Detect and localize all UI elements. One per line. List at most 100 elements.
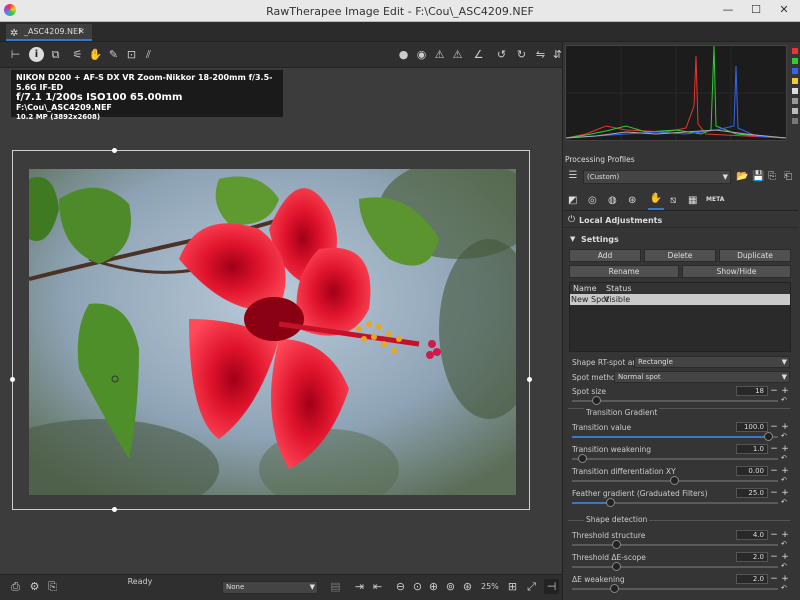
flip-horizontal-icon[interactable]: ⇋ — [533, 47, 548, 62]
tab-advanced-icon[interactable]: ⊛ — [628, 195, 636, 206]
plus-icon[interactable]: + — [781, 530, 789, 540]
save-profile-icon[interactable]: 💾 — [752, 171, 764, 182]
hide-right-panel-icon[interactable]: ⊣ — [544, 579, 559, 594]
zoom-fit-crop-icon[interactable]: ⊛ — [460, 579, 475, 594]
feather-slider[interactable] — [572, 498, 778, 507]
spot-size-slider[interactable] — [572, 396, 778, 405]
tab-close-icon[interactable]: ✕ — [78, 24, 85, 39]
plus-icon[interactable]: + — [781, 552, 789, 562]
spot-handle-right[interactable] — [527, 377, 532, 382]
tab-raw-icon[interactable]: ▦ — [688, 195, 697, 206]
minus-icon[interactable]: − — [770, 488, 778, 498]
shape-select[interactable]: Rectangle ▼ — [634, 356, 790, 368]
settings-expander-icon[interactable]: ▼ — [570, 235, 575, 243]
minus-icon[interactable]: − — [770, 444, 778, 454]
zoom-out-icon[interactable]: ⊖ — [393, 579, 408, 594]
spot-handle-left[interactable] — [10, 377, 15, 382]
profile-select[interactable]: None ▼ — [222, 581, 318, 594]
shadow-warning-icon[interactable]: ⚠ — [450, 47, 465, 62]
transition-diff-slider[interactable] — [572, 476, 778, 485]
rotate-right-icon[interactable]: ↻ — [514, 47, 529, 62]
zoom-fit-icon[interactable]: ⊚ — [443, 579, 458, 594]
method-select[interactable]: Normal spot ▼ — [614, 371, 790, 383]
plus-icon[interactable]: + — [781, 574, 789, 584]
scope-field[interactable]: 2.0 — [736, 552, 768, 562]
transition-value-slider[interactable] — [572, 432, 778, 441]
tab-metadata-icon[interactable]: META — [706, 196, 724, 203]
minus-icon[interactable]: − — [770, 552, 778, 562]
profile-list-icon[interactable]: ☰ — [566, 170, 580, 184]
reset-icon[interactable]: ↶ — [781, 540, 787, 548]
weak-slider[interactable] — [572, 584, 778, 593]
scope-slider[interactable] — [572, 562, 778, 571]
reset-icon[interactable]: ↶ — [781, 498, 787, 506]
shadow-clip-icon[interactable]: ◉ — [414, 47, 429, 62]
color-picker-icon[interactable]: ✎ — [106, 47, 121, 62]
spot-handle-top[interactable] — [112, 148, 117, 153]
close-window-button[interactable]: ✕ — [770, 0, 798, 20]
histogram-blue-toggle[interactable] — [792, 68, 798, 74]
plus-icon[interactable]: + — [781, 466, 789, 476]
minus-icon[interactable]: − — [770, 386, 778, 396]
slider-knob[interactable] — [610, 584, 619, 593]
tab-detail-icon[interactable]: ◎ — [588, 195, 597, 206]
plus-icon[interactable]: + — [781, 444, 789, 454]
histogram-raw-toggle[interactable] — [792, 98, 798, 104]
processing-profile-select[interactable]: (Custom) ▼ — [583, 170, 731, 184]
focus-mask-icon[interactable]: ● — [396, 47, 411, 62]
rotate-tool-icon[interactable]: ∠ — [471, 47, 486, 62]
histogram-luma-toggle[interactable] — [792, 78, 798, 84]
hide-sidebar-icon[interactable]: ⊢ — [8, 47, 23, 62]
save-icon[interactable]: ⎙ — [8, 579, 23, 594]
maximize-button[interactable]: ☐ — [742, 0, 770, 20]
threshold-slider[interactable] — [572, 540, 778, 549]
spot-handle-bottom[interactable] — [112, 507, 117, 512]
soft-proof-icon[interactable]: ⇥ — [352, 579, 367, 594]
slider-knob[interactable] — [612, 540, 621, 549]
slider-knob[interactable] — [578, 454, 587, 463]
threshold-field[interactable]: 4.0 — [736, 530, 768, 540]
slider-knob[interactable] — [612, 562, 621, 571]
showhide-spot-button[interactable]: Show/Hide — [682, 265, 791, 278]
fullscreen-icon[interactable]: ⤢ — [524, 579, 539, 594]
plus-icon[interactable]: + — [781, 386, 789, 396]
add-spot-button[interactable]: Add — [569, 249, 641, 262]
histogram-bar-toggle[interactable] — [792, 108, 798, 114]
histogram-chroma-toggle[interactable] — [792, 88, 798, 94]
tab-transform-icon[interactable]: ⧅ — [670, 195, 676, 206]
straighten-icon[interactable]: ⫽ — [141, 47, 156, 62]
histogram-mode-toggle[interactable] — [792, 118, 798, 124]
slider-knob[interactable] — [606, 498, 615, 507]
info-icon[interactable]: i — [29, 47, 44, 62]
tab-local-icon[interactable]: ✋ — [648, 193, 664, 210]
reset-icon[interactable]: ↶ — [781, 432, 787, 440]
duplicate-spot-button[interactable]: Duplicate — [719, 249, 791, 262]
power-icon[interactable]: ⏻ — [568, 215, 575, 225]
paste-profile-icon[interactable]: ⎗ — [784, 171, 792, 182]
weak-field[interactable]: 2.0 — [736, 574, 768, 584]
zoom-100-icon[interactable]: ⊙ — [410, 579, 425, 594]
spot-size-field[interactable]: 18 — [736, 386, 768, 396]
slider-knob[interactable] — [670, 476, 679, 485]
reset-icon[interactable]: ↶ — [781, 562, 787, 570]
before-after-icon[interactable]: ⧉ — [48, 47, 63, 62]
minus-icon[interactable]: − — [770, 574, 778, 584]
histogram-red-toggle[interactable] — [792, 48, 798, 54]
feather-field[interactable]: 25.0 — [736, 488, 768, 498]
copy-profile-icon[interactable]: ⎘ — [768, 171, 776, 182]
crop-icon[interactable]: ⊡ — [124, 47, 139, 62]
tab-file[interactable]: ✲ _ASC4209.NEF ✕ — [6, 24, 92, 41]
minus-icon[interactable]: − — [770, 530, 778, 540]
out-of-gamut-icon[interactable]: ⇤ — [370, 579, 385, 594]
minus-icon[interactable]: − — [770, 422, 778, 432]
transition-weak-slider[interactable] — [572, 454, 778, 463]
table-row[interactable]: New Spot Visible — [570, 294, 790, 305]
slider-knob[interactable] — [764, 432, 773, 441]
delete-spot-button[interactable]: Delete — [644, 249, 716, 262]
open-profile-icon[interactable]: 📂 — [736, 171, 748, 182]
transition-weak-field[interactable]: 1.0 — [736, 444, 768, 454]
external-editor-icon[interactable]: ⎘ — [45, 579, 60, 594]
local-adjustments-header[interactable]: ⏻ Local Adjustments — [564, 214, 798, 228]
hand-tool-icon[interactable]: ✋ — [88, 47, 103, 62]
minus-icon[interactable]: − — [770, 466, 778, 476]
